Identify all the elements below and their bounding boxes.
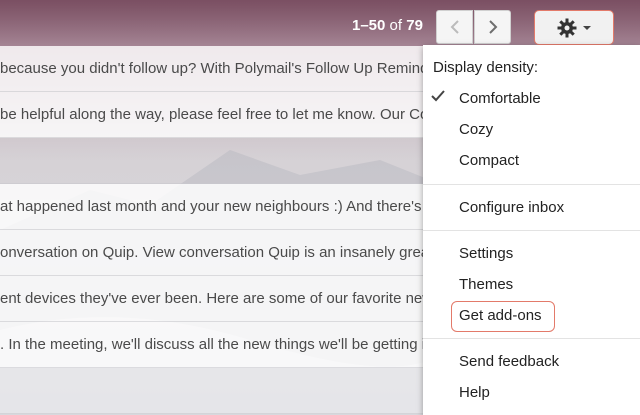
email-row[interactable]: be helpful along the way, please feel fr…: [0, 92, 430, 138]
email-row[interactable]: . In the meeting, we'll discuss all the …: [0, 322, 430, 368]
menu-item-cozy[interactable]: Cozy: [459, 121, 493, 138]
email-snippet: ent devices they've ever been. Here are …: [0, 290, 430, 307]
email-snippet: be helpful along the way, please feel fr…: [0, 106, 429, 123]
menu-item-configure-inbox[interactable]: Configure inbox: [459, 199, 564, 216]
menu-item-compact[interactable]: Compact: [459, 152, 519, 169]
menu-divider: [423, 230, 640, 231]
menu-item-themes[interactable]: Themes: [459, 276, 513, 293]
email-snippet: onversation on Quip. View conversation Q…: [0, 244, 430, 261]
email-row[interactable]: ent devices they've ever been. Here are …: [0, 276, 430, 322]
menu-item-settings[interactable]: Settings: [459, 245, 513, 262]
page-range: 1–50: [352, 17, 386, 34]
page-total: 79: [406, 17, 423, 34]
email-row[interactable]: [0, 368, 430, 414]
email-row[interactable]: onversation on Quip. View conversation Q…: [0, 230, 430, 276]
chevron-down-icon: [583, 25, 591, 30]
menu-item-help[interactable]: Help: [459, 384, 490, 401]
email-row[interactable]: because you didn't follow up? With Polym…: [0, 46, 430, 92]
get-addons-highlight: [451, 301, 555, 332]
page-of: of: [389, 17, 403, 34]
email-list: because you didn't follow up? With Polym…: [0, 46, 430, 414]
menu-item-send-feedback[interactable]: Send feedback: [459, 353, 559, 370]
newer-button[interactable]: [436, 10, 473, 44]
gear-icon: [557, 18, 577, 37]
email-row[interactable]: [0, 138, 430, 184]
menu-divider: [423, 338, 640, 339]
chevron-left-icon: [450, 20, 459, 34]
menu-divider: [423, 184, 640, 185]
pagination-count: 1–50 of 79: [352, 17, 423, 34]
chevron-right-icon: [488, 20, 497, 34]
settings-button[interactable]: [534, 10, 614, 45]
email-snippet: at happened last month and your new neig…: [0, 198, 430, 215]
display-density-header: Display density:: [433, 59, 539, 76]
menu-item-comfortable[interactable]: Comfortable: [459, 90, 541, 107]
email-row[interactable]: at happened last month and your new neig…: [0, 184, 430, 230]
older-button[interactable]: [474, 10, 511, 44]
checkmark-icon: [431, 90, 445, 102]
email-snippet: . In the meeting, we'll discuss all the …: [0, 336, 426, 353]
settings-menu: Display density: Comfortable Cozy Compac…: [423, 45, 640, 415]
email-snippet: because you didn't follow up? With Polym…: [0, 60, 430, 77]
